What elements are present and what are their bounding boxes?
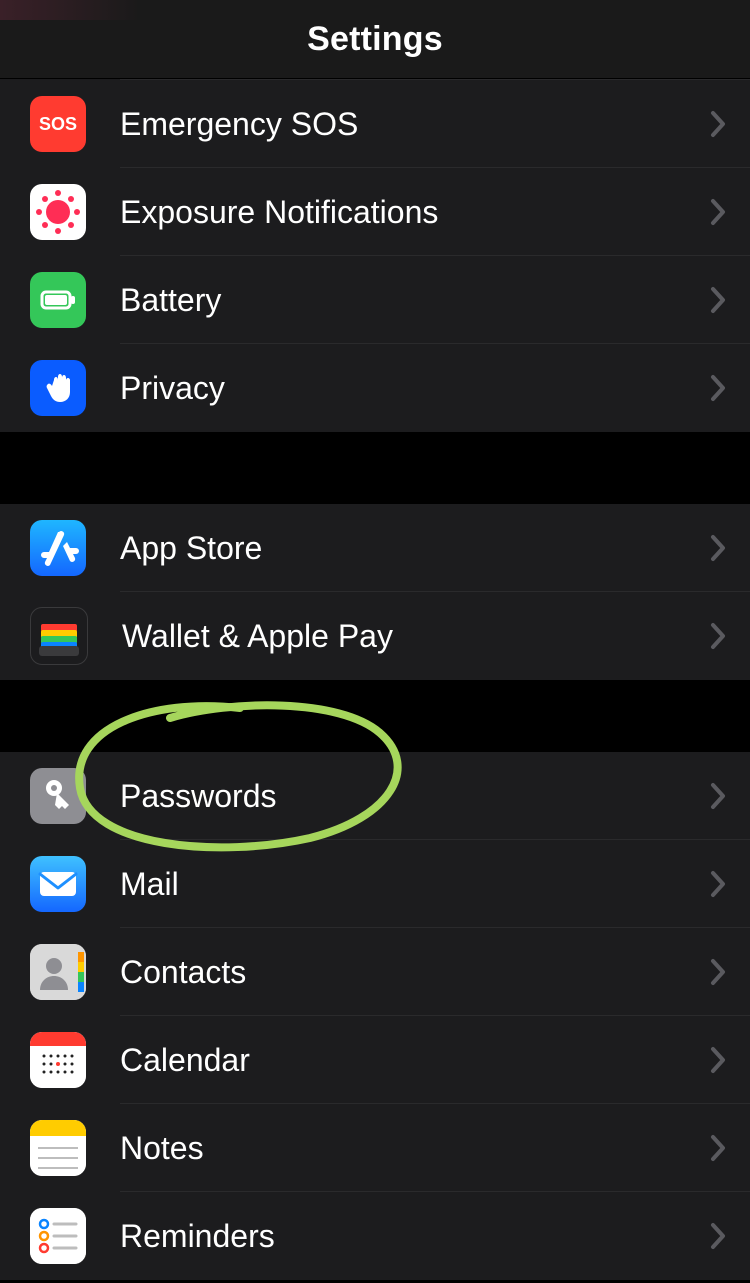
row-label: Passwords [120, 778, 710, 815]
chevron-right-icon [710, 958, 726, 986]
row-mail[interactable]: Mail [0, 840, 750, 928]
row-exposure-notifications[interactable]: Exposure Notifications [0, 168, 750, 256]
chevron-right-icon [710, 198, 726, 226]
row-battery[interactable]: Battery [0, 256, 750, 344]
chevron-right-icon [710, 534, 726, 562]
chevron-right-icon [710, 870, 726, 898]
chevron-right-icon [710, 1134, 726, 1162]
settings-group-1: SOS Emergency SOS Exposure Notifications [0, 79, 750, 432]
row-contacts[interactable]: Contacts [0, 928, 750, 1016]
svg-text:SOS: SOS [39, 114, 77, 134]
reminders-icon [30, 1208, 86, 1264]
chevron-right-icon [710, 286, 726, 314]
row-wallet-apple-pay[interactable]: Wallet & Apple Pay [0, 592, 750, 680]
passwords-icon [30, 768, 86, 824]
exposure-icon [30, 184, 86, 240]
contacts-icon [30, 944, 86, 1000]
row-privacy[interactable]: Privacy [0, 344, 750, 432]
privacy-icon [30, 360, 86, 416]
calendar-icon [30, 1032, 86, 1088]
header: Settings [0, 0, 750, 79]
row-app-store[interactable]: App Store [0, 504, 750, 592]
chevron-right-icon [710, 782, 726, 810]
settings-group-2: App Store Wallet & Apple Pay [0, 504, 750, 680]
row-label: Notes [120, 1130, 710, 1167]
section-gap [0, 680, 750, 752]
settings-screen: Settings SOS Emergency SOS Exposure Noti… [0, 0, 750, 1283]
row-label: Contacts [120, 954, 710, 991]
notes-icon [30, 1120, 86, 1176]
sos-icon: SOS [30, 96, 86, 152]
settings-group-3: Passwords Mail [0, 752, 750, 1280]
row-passwords[interactable]: Passwords [0, 752, 750, 840]
chevron-right-icon [710, 374, 726, 402]
row-label: App Store [120, 530, 710, 567]
chevron-right-icon [710, 1222, 726, 1250]
row-label: Exposure Notifications [120, 194, 710, 231]
row-emergency-sos[interactable]: SOS Emergency SOS [0, 80, 750, 168]
row-label: Battery [120, 282, 710, 319]
chevron-right-icon [710, 622, 726, 650]
row-label: Emergency SOS [120, 106, 710, 143]
row-label: Reminders [120, 1218, 710, 1255]
mail-icon [30, 856, 86, 912]
battery-icon [30, 272, 86, 328]
appstore-icon [30, 520, 86, 576]
page-title: Settings [307, 20, 443, 59]
row-label: Wallet & Apple Pay [122, 618, 710, 655]
chevron-right-icon [710, 1046, 726, 1074]
section-gap [0, 432, 750, 504]
row-calendar[interactable]: Calendar [0, 1016, 750, 1104]
row-notes[interactable]: Notes [0, 1104, 750, 1192]
row-reminders[interactable]: Reminders [0, 1192, 750, 1280]
row-label: Calendar [120, 1042, 710, 1079]
row-label: Mail [120, 866, 710, 903]
wallet-icon [30, 607, 88, 665]
chevron-right-icon [710, 110, 726, 138]
row-label: Privacy [120, 370, 710, 407]
